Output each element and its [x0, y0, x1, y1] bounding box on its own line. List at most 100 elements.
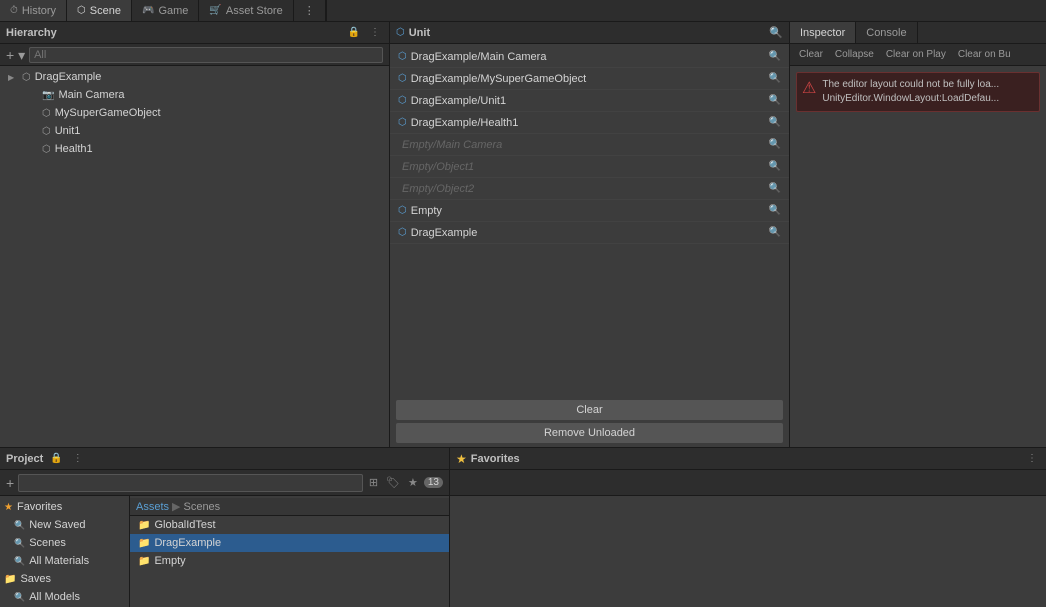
inspector-clear-button[interactable]: Clear: [794, 48, 828, 61]
hierarchy-menu-icon[interactable]: ⋮: [367, 26, 383, 39]
sidebar-item-favorites[interactable]: ★ Favorites: [0, 498, 129, 516]
tab-scene[interactable]: ⬡ Scene: [67, 0, 132, 21]
gameobject-icon: ⬡: [22, 72, 31, 83]
unit-search-button[interactable]: 🔍: [769, 26, 783, 39]
unit-item-search-icon[interactable]: 🔍: [769, 95, 781, 106]
unit-item-unit1[interactable]: ⬡ DragExample/Unit1 🔍: [390, 90, 789, 112]
sidebar-item-scenes[interactable]: 🔍 Scenes: [0, 534, 129, 552]
hierarchy-panel: Hierarchy 🔒 ⋮ + ▾ ▶ ⬡ DragExample 📷 Main…: [0, 22, 390, 447]
unit-item-dragexample[interactable]: ⬡ DragExample 🔍: [390, 222, 789, 244]
hierarchy-item-dragexample[interactable]: ▶ ⬡ DragExample: [0, 68, 389, 86]
unit-item-search-icon[interactable]: 🔍: [769, 139, 781, 150]
folder-icon: 📁: [138, 520, 150, 531]
unit-item-name: DragExample: [411, 227, 765, 239]
project-badge: 13: [424, 477, 443, 488]
hierarchy-lock-icon[interactable]: 🔒: [345, 26, 363, 39]
project-add-button[interactable]: +: [6, 475, 14, 491]
error-message: ⚠ The editor layout could not be fully l…: [796, 72, 1040, 112]
error-text: The editor layout could not be fully loa…: [822, 78, 1034, 106]
tab-game[interactable]: 🎮 Game: [132, 0, 199, 21]
hierarchy-search-input[interactable]: [29, 47, 383, 63]
file-item-dragexample[interactable]: 📁 DragExample: [130, 534, 449, 552]
favorites-header: ★ Favorites ⋮: [450, 448, 1046, 470]
project-tag-icon[interactable]: 🏷: [384, 475, 402, 490]
file-item-name: GlobalIdTest: [154, 519, 215, 531]
sidebar-item-saves[interactable]: 📁 Saves: [0, 570, 129, 588]
inspector-toolbar: Clear Collapse Clear on Play Clear on Bu: [790, 44, 1046, 66]
tab-assetstore[interactable]: 🛒 Asset Store: [199, 0, 293, 21]
hierarchy-item-health1[interactable]: ⬡ Health1: [0, 140, 389, 158]
inspector-clear-on-build-button[interactable]: Clear on Bu: [953, 48, 1016, 61]
error-icon: ⚠: [802, 78, 816, 106]
file-item-globalidtest[interactable]: 📁 GlobalIdTest: [130, 516, 449, 534]
favorites-star-icon: ★: [456, 452, 467, 466]
project-grid-icon[interactable]: ⊞: [367, 475, 380, 490]
tab-console-label: Console: [866, 27, 906, 39]
favorites-panel: ★ Favorites ⋮: [450, 448, 1046, 607]
scene-icon: ⬡: [77, 5, 86, 16]
unit-item-empty-obj2[interactable]: Empty/Object2 🔍: [390, 178, 789, 200]
hierarchy-add-button[interactable]: + ▾: [6, 48, 25, 62]
unit-remove-unloaded-button[interactable]: Remove Unloaded: [396, 423, 783, 443]
tab-assetstore-label: Asset Store: [226, 5, 283, 17]
unit-item-empty-maincamera[interactable]: Empty/Main Camera 🔍: [390, 134, 789, 156]
hierarchy-search-bar: + ▾: [0, 44, 389, 66]
unit-item-search-icon[interactable]: 🔍: [769, 73, 781, 84]
unit-item-search-icon[interactable]: 🔍: [769, 161, 781, 172]
file-item-name: DragExample: [154, 537, 221, 549]
sidebar-item-all-materials[interactable]: 🔍 All Materials: [0, 552, 129, 570]
folder-icon: 📁: [4, 574, 16, 585]
folder-icon: 📁: [138, 556, 150, 567]
unit-item-icon: ⬡: [398, 73, 407, 84]
tab-inspector-label: Inspector: [800, 27, 845, 39]
favorites-menu-icon[interactable]: ⋮: [1024, 452, 1040, 465]
unit-item-icon: ⬡: [398, 117, 407, 128]
unit-item-empty[interactable]: ⬡ Empty 🔍: [390, 200, 789, 222]
project-menu-icon[interactable]: ⋮: [70, 452, 86, 465]
hierarchy-header: Hierarchy 🔒 ⋮: [0, 22, 389, 44]
sidebar-item-new-saved[interactable]: 🔍 New Saved: [0, 516, 129, 534]
unit-item-mysupergameobject[interactable]: ⬡ DragExample/MySuperGameObject 🔍: [390, 68, 789, 90]
hierarchy-item-mysupergameobject[interactable]: ⬡ MySuperGameObject: [0, 104, 389, 122]
unit-item-maincamera[interactable]: ⬡ DragExample/Main Camera 🔍: [390, 46, 789, 68]
hierarchy-item-name: Main Camera: [58, 89, 124, 101]
hierarchy-item-unit1[interactable]: ⬡ Unit1: [0, 122, 389, 140]
unit-item-empty-obj1[interactable]: Empty/Object1 🔍: [390, 156, 789, 178]
hierarchy-item-name: DragExample: [35, 71, 102, 83]
unit-item-search-icon[interactable]: 🔍: [769, 183, 781, 194]
unit-item-health1[interactable]: ⬡ DragExample/Health1 🔍: [390, 112, 789, 134]
unit-item-name: DragExample/MySuperGameObject: [411, 73, 765, 85]
project-lock-icon[interactable]: 🔒: [47, 452, 65, 465]
tab-history[interactable]: ⏱ History: [0, 0, 67, 21]
favorites-toolbar: [450, 470, 1046, 496]
tab-menu-dots: ⋮: [304, 4, 315, 17]
tab-console[interactable]: Console: [856, 22, 917, 43]
sidebar-item-label: Saves: [20, 573, 51, 585]
inspector-clear-on-play-button[interactable]: Clear on Play: [881, 48, 951, 61]
tab-menu-icon[interactable]: ⋮: [294, 0, 326, 21]
sidebar-item-all-models[interactable]: 🔍 All Models: [0, 588, 129, 606]
unit-item-name: Empty: [411, 205, 765, 217]
unit-actions: Clear Remove Unloaded: [390, 396, 789, 447]
breadcrumb-assets[interactable]: Assets: [136, 501, 169, 513]
tab-scene-label: Scene: [90, 5, 121, 17]
unit-item-search-icon[interactable]: 🔍: [769, 51, 781, 62]
inspector-collapse-button[interactable]: Collapse: [830, 48, 879, 61]
tab-inspector[interactable]: Inspector: [790, 22, 856, 43]
unit-item-icon: ⬡: [398, 205, 407, 216]
folder-icon: 📁: [138, 538, 150, 549]
project-star-icon[interactable]: ★: [406, 475, 420, 490]
history-icon: ⏱: [10, 5, 18, 16]
unit-item-name: DragExample/Unit1: [411, 95, 765, 107]
unit-item-search-icon[interactable]: 🔍: [769, 227, 781, 238]
inspector-content: ⚠ The editor layout could not be fully l…: [790, 66, 1046, 447]
hierarchy-item-maincamera[interactable]: 📷 Main Camera: [0, 86, 389, 104]
sidebar-item-label: Favorites: [17, 501, 62, 513]
breadcrumb-separator: ▶: [172, 500, 180, 513]
file-item-empty[interactable]: 📁 Empty: [130, 552, 449, 570]
tab-history-label: History: [22, 5, 56, 17]
unit-item-search-icon[interactable]: 🔍: [769, 117, 781, 128]
project-search-input[interactable]: [18, 474, 363, 492]
unit-item-search-icon[interactable]: 🔍: [769, 205, 781, 216]
unit-clear-button[interactable]: Clear: [396, 400, 783, 420]
